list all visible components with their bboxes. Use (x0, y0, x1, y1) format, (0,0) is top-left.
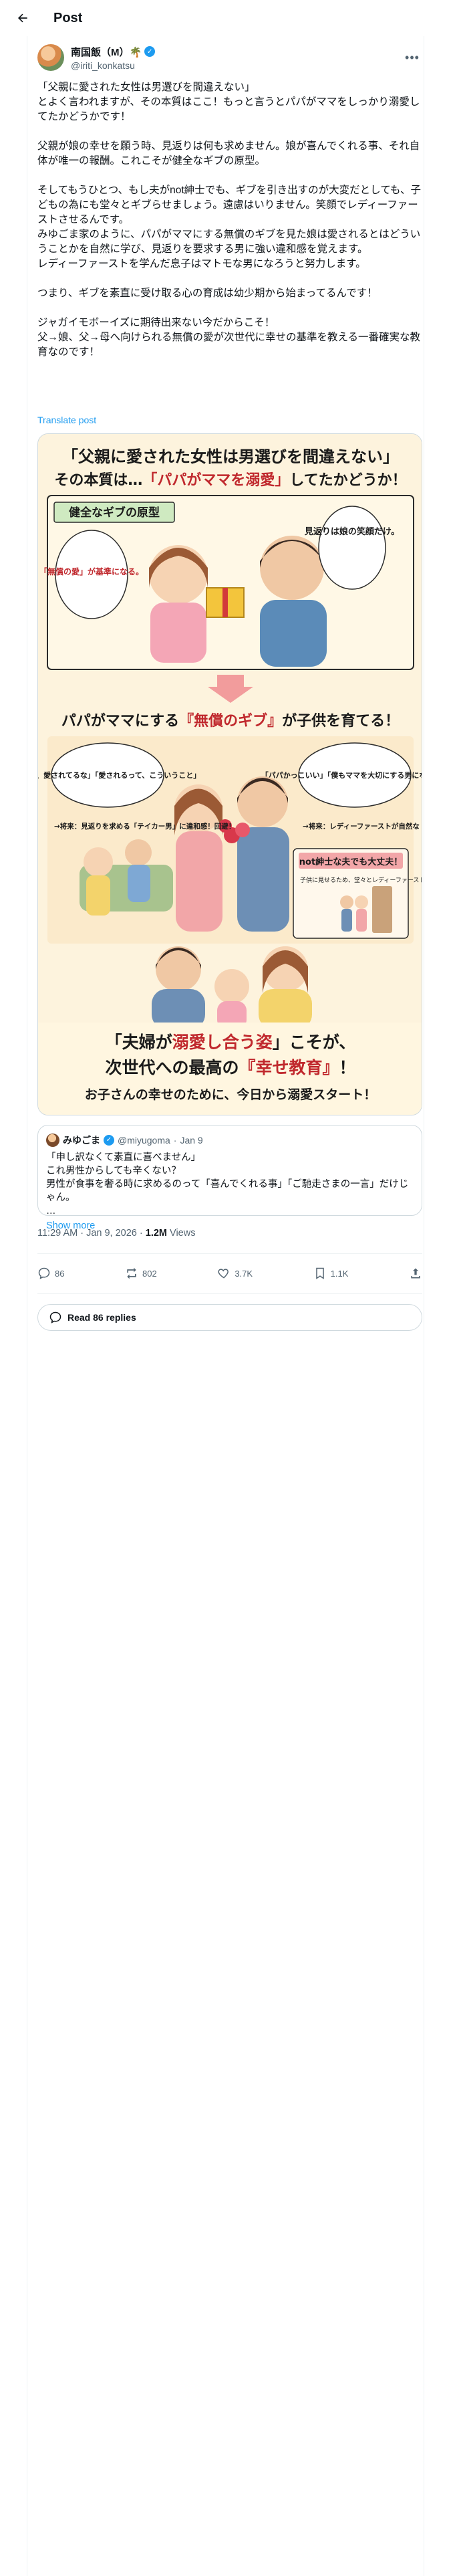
section-2c: が子供を育てる！ (282, 712, 400, 730)
verified-badge-icon: ✓ (144, 46, 156, 57)
illustration: 「父親に愛された女性は男選びを間違えない」 その本質は…「パパがママを溺愛」して… (38, 434, 422, 1115)
share-button[interactable] (409, 1267, 422, 1280)
footer-2c: ！ (339, 1058, 356, 1077)
more-dots-icon: ••• (405, 50, 420, 64)
footer-line-3: お子さんの幸せのために、今日から溺愛スタート！ (85, 1087, 376, 1102)
post-time[interactable]: 11:29 AM · Jan 9, 2026 · (37, 1228, 146, 1239)
footer-1c: 」こそが、 (273, 1033, 356, 1052)
author-names: 南国飯（M）🌴 ✓ @iriti_konkatsu (71, 45, 156, 71)
translate-post-link[interactable]: Translate post (37, 415, 96, 425)
quoted-post[interactable]: みゆごま ✓ @miyugoma · Jan 9 「申し訳なくて素直に喜べません… (37, 1125, 422, 1231)
post-line: 父親が娘の幸せを願う時、見返りは何も求めません。娘が喜んでくれる事、それ自体が唯… (37, 140, 420, 167)
reply-icon (38, 1267, 50, 1279)
display-name[interactable]: 南国飯（M）🌴 (71, 45, 142, 59)
display-name-line: 南国飯（M）🌴 ✓ (71, 45, 156, 59)
repost-count: 802 (142, 1268, 157, 1279)
section-2-heading: パパがママにする『無償のギブ』が子供を育てる！ (61, 712, 400, 730)
reply-icon (49, 1311, 61, 1323)
bubble-daughter-text: 「無償の愛」が基準になる。 (39, 566, 144, 576)
section-2a: パパがママにする (61, 712, 179, 730)
quoted-handle: @miyugoma (118, 1135, 170, 1146)
footer-2a: 次世代への最高の (105, 1058, 239, 1077)
bubble-dad-text: 見返りは娘の笑顔だけ。 (304, 526, 400, 537)
avatar[interactable] (37, 44, 64, 71)
post-text: 「父親に愛された女性は男選びを間違えない」とよく言われますが、その本質はここ！も… (37, 80, 422, 360)
repost-button[interactable]: 802 (125, 1267, 157, 1280)
post-line: つまり、ギブを素直に受け取る心の育成は幼少期から始まってるんです！ (37, 288, 378, 299)
post-line: みゆごま家のように、パパがママにする無償のギブを見た娘は愛されるとはどういうこと… (37, 229, 421, 255)
read-replies-label: Read 86 replies (67, 1312, 136, 1323)
arrow-left-icon (18, 13, 27, 23)
quoted-post-body: 「申し訳なくて素直に喜べません」 これ男性からしても辛くない？ 男性が食事を奢る… (46, 1151, 414, 1218)
post-image[interactable]: 「父親に愛された女性は男選びを間違えない」 その本質は…「パパがママを溺愛」して… (37, 433, 422, 1115)
badge-gift: 健全なギブの原型 (69, 506, 160, 520)
quoted-line: 「申し訳なくて素直に喜べません」 (46, 1152, 201, 1163)
headline-2: その本質は…「パパがママを溺愛」してたかどうか！ (54, 471, 406, 489)
post-line: とよく言われますが、その本質はここ！もっと言うとパパがママをしっかり溺愛してたか… (37, 96, 420, 122)
quoted-separator: · (173, 1135, 177, 1146)
heart-icon (218, 1269, 229, 1279)
footer-1b: 溺愛し合う姿 (172, 1033, 273, 1052)
read-replies-button[interactable]: Read 86 replies (37, 1304, 422, 1331)
reply-button[interactable]: 86 (37, 1267, 64, 1280)
top-bar: Post (0, 0, 451, 36)
badge-notshinshi: not紳士な夫でも大丈夫！ (299, 857, 402, 867)
bubble-dad: 見返りは娘の笑顔だけ。 (304, 526, 400, 537)
quoted-display-name: みゆごま (63, 1135, 100, 1146)
quoted-ellipsis: … (46, 1206, 56, 1216)
footer-line-2: 次世代への最高の『幸せ教育』！ (105, 1058, 355, 1077)
views-label: Views (167, 1228, 196, 1239)
quoted-line: これ男性からしても辛くない？ (46, 1166, 181, 1176)
author-handle[interactable]: @iriti_konkatsu (71, 60, 155, 71)
section-2b: 『無償のギブ』 (179, 712, 282, 730)
reply-count: 86 (55, 1268, 65, 1279)
repost-icon (127, 1267, 136, 1279)
bookmark-count: 1.1K (330, 1268, 349, 1279)
share-icon (411, 1268, 420, 1279)
post-line: レディーファーストを学んだ息子はマトモな男になろうと努力します。 (37, 258, 366, 270)
quoted-date: Jan 9 (180, 1135, 203, 1146)
footer-2b: 『幸せ教育』 (239, 1058, 339, 1077)
post-line: そしてもうひとつ、もし夫がnot紳士でも、ギブを引き出すのが大変だとしても、子ど… (37, 185, 421, 225)
post-line: 父→娘、父→母へ向けられる無償の愛が次世代に幸せの基準を教える一番確実な教育なの… (37, 332, 421, 358)
bubble-boy: 「パパかっこいい」「僕もママを大切にする男になろう」 (261, 770, 422, 780)
bookmark-button[interactable]: 1.1K (313, 1267, 349, 1280)
post-line: ジャガイモボーイズに期待出来ない今だからこそ！ (37, 317, 275, 328)
post-line: 「父親に愛された女性は男選びを間違えない」 (37, 82, 255, 93)
views-count: 1.2M (145, 1228, 167, 1239)
headline-2a: その本質は… (54, 472, 142, 489)
footer-1a: 「夫婦が (106, 1033, 172, 1052)
post-timestamp: 11:29 AM · Jan 9, 2026 · 1.2M Views (37, 1228, 195, 1239)
footer-line-1: 「夫婦が溺愛し合う姿」こそが、 (106, 1033, 356, 1052)
note-notshinshi: 子供に見せるため、堂々とレディーファーストさせよう！遠慮は不要。 (300, 876, 422, 884)
bookmark-icon (315, 1267, 324, 1279)
divider (37, 1293, 422, 1294)
quoted-avatar (46, 1134, 59, 1147)
note-boy: →将来：レディーファーストが自然な「マトモな男」に！ (303, 822, 422, 831)
like-button[interactable]: 3.7K (217, 1267, 253, 1280)
post-author: 南国飯（M）🌴 ✓ @iriti_konkatsu ••• (37, 41, 422, 74)
page-title: Post (53, 10, 83, 25)
headline-1: 「父親に愛された女性は男選びを間違えない」 (62, 447, 399, 466)
divider (37, 1253, 422, 1254)
more-options-button[interactable]: ••• (402, 47, 422, 68)
note-girl: →将来：見返りを求める「テイカー男」に違和感！回避！ (54, 822, 235, 831)
action-bar: 86 802 3.7K 1.1K (37, 1260, 422, 1287)
bubble-daughter: 「無償の愛」が基準になる。 (39, 566, 144, 576)
bubble-girl: 「ママ、愛されてるな」「愛されるって、こういうこと」 (38, 770, 200, 780)
headline-2c: してたかどうか！ (289, 472, 406, 489)
headline-2b: 「パパがママを溺愛」 (142, 471, 289, 489)
quoted-line: 男性が食事を奢る時に求めるのって「喜んでくれる事」「ご馳走さまの一言」だけじゃん… (46, 1179, 409, 1203)
verified-badge-icon: ✓ (104, 1135, 114, 1146)
back-button[interactable] (11, 6, 35, 30)
quoted-post-header: みゆごま ✓ @miyugoma · Jan 9 (46, 1134, 414, 1147)
like-count: 3.7K (235, 1268, 253, 1279)
